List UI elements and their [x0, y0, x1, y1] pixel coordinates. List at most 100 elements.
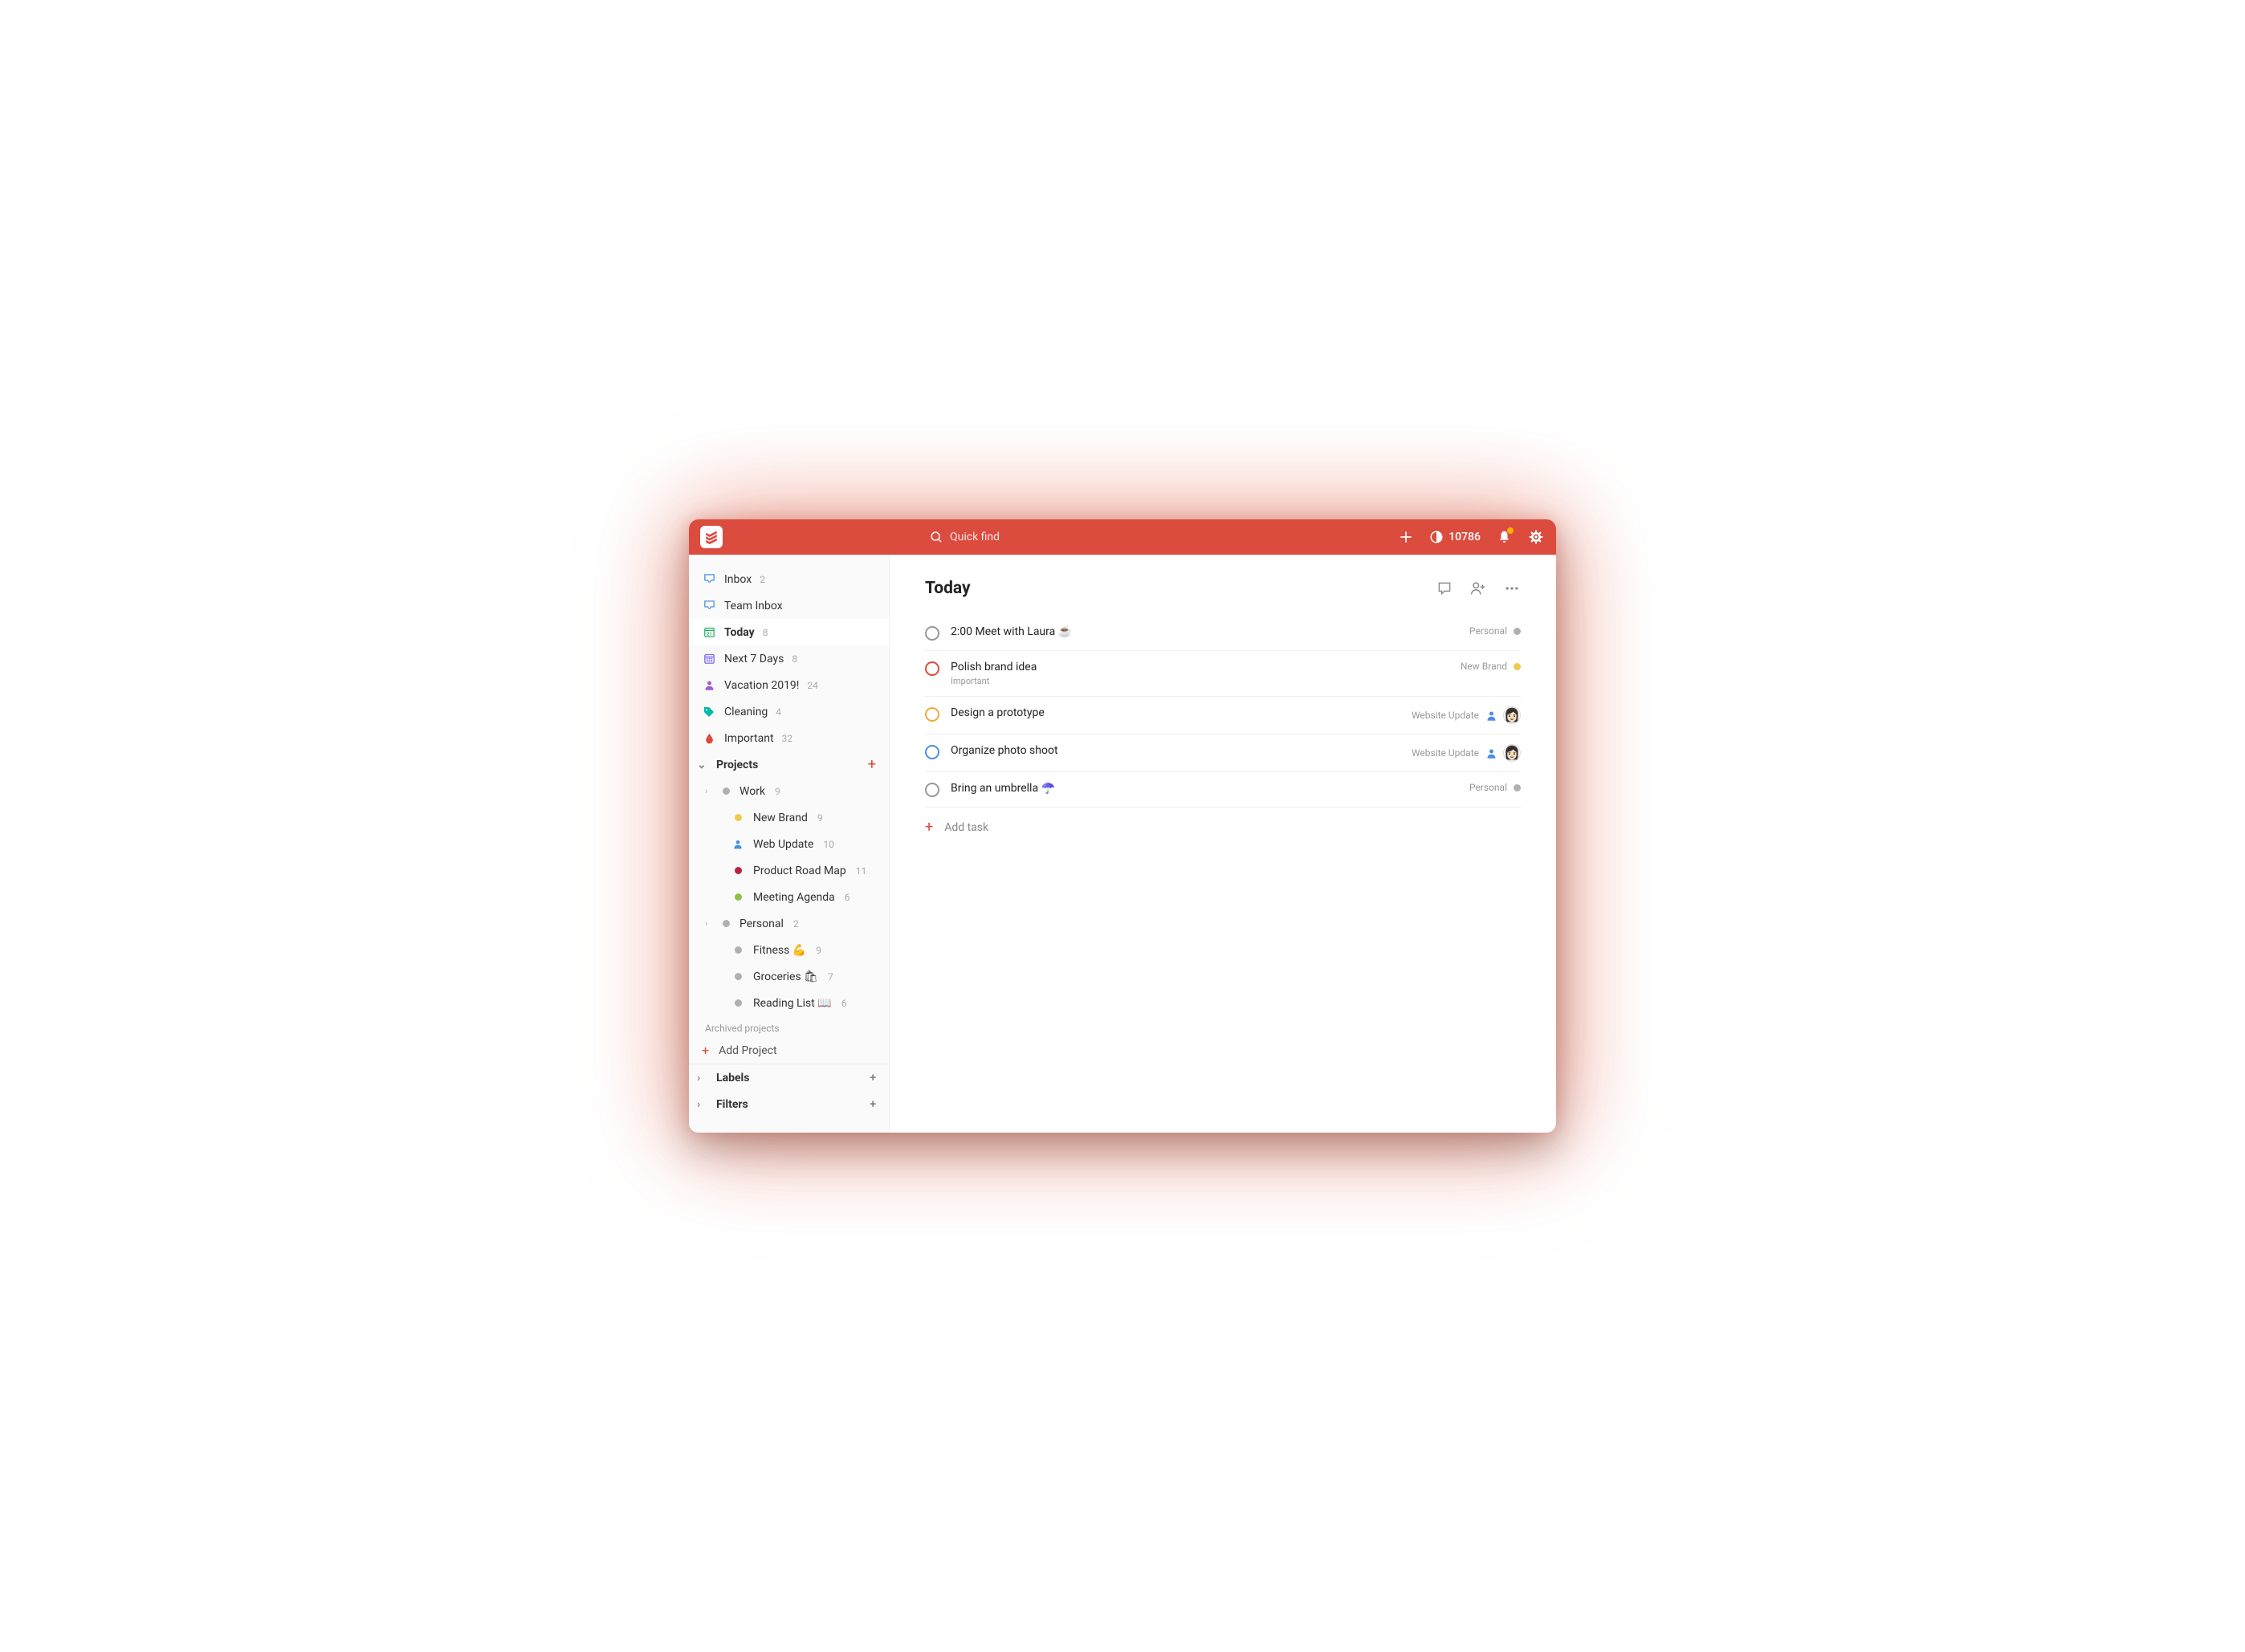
notifications-button[interactable] — [1495, 528, 1513, 546]
task-row[interactable]: Organize photo shootWebsite Update — [925, 734, 1521, 772]
sidebar-nav-inbox[interactable]: Inbox 2 — [689, 566, 889, 592]
project-new-brand[interactable]: New Brand 9 — [689, 804, 889, 831]
comments-button[interactable] — [1436, 580, 1453, 597]
project-count: 6 — [845, 892, 850, 903]
chevron-down-icon: ⌄ — [697, 759, 708, 771]
share-button[interactable] — [1469, 580, 1487, 597]
sidebar-nav-today[interactable]: 21Today 8 — [689, 619, 889, 645]
task-title: Bring an umbrella ☂️ — [951, 782, 1458, 795]
task-meta: Website Update — [1412, 706, 1521, 724]
nav-count: 8 — [763, 627, 768, 638]
task-row[interactable]: Polish brand idea Important New Brand — [925, 651, 1521, 697]
nav-label: Inbox — [724, 573, 752, 586]
task-subtitle: Important — [951, 676, 1449, 686]
task-checkbox[interactable] — [925, 707, 939, 722]
more-horizontal-icon — [1504, 580, 1520, 596]
project-color-dot — [732, 893, 744, 901]
project-work[interactable]: › Work 9 — [689, 778, 889, 804]
task-title: Design a prototype — [951, 706, 1400, 719]
project-color-dot — [732, 946, 744, 954]
task-checkbox[interactable] — [925, 745, 939, 759]
more-button[interactable] — [1503, 580, 1521, 597]
nav-count: 8 — [792, 653, 797, 665]
add-label-icon[interactable]: + — [870, 1072, 876, 1084]
task-checkbox[interactable] — [925, 783, 939, 797]
project-fitness-[interactable]: Fitness 💪 9 — [689, 937, 889, 963]
nav-label: Next 7 Days — [724, 653, 784, 665]
inbox-icon — [702, 599, 716, 613]
project-count: 9 — [816, 945, 821, 956]
person-icon — [1485, 747, 1497, 759]
plus-icon: + — [925, 819, 933, 836]
person-icon — [732, 838, 744, 850]
project-name: Meeting Agenda — [753, 891, 835, 904]
task-checkbox[interactable] — [925, 661, 939, 676]
project-count: 7 — [828, 971, 833, 983]
nav-label: Cleaning — [724, 706, 768, 718]
app-window: Quick find 10786 Inbox 2Team Inbox21Toda… — [689, 519, 1556, 1133]
archived-projects-link[interactable]: Archived projects — [689, 1016, 889, 1037]
task-row[interactable]: 2:00 Meet with Laura ☕️Personal — [925, 616, 1521, 651]
add-task-row[interactable]: + Add task — [925, 808, 1521, 847]
sidebar: Inbox 2Team Inbox21Today 8Next 7 Days 8V… — [689, 555, 890, 1133]
task-row[interactable]: Design a prototype Website Update — [925, 697, 1521, 734]
comment-icon — [1436, 580, 1453, 596]
task-checkbox[interactable] — [925, 626, 939, 641]
search-icon — [930, 531, 943, 544]
project-count: 2 — [793, 918, 799, 930]
karma-value: 10786 — [1448, 531, 1481, 543]
chevron-right-icon: › — [697, 1098, 708, 1111]
svg-text:21: 21 — [707, 632, 712, 637]
nav-label: Vacation 2019! — [724, 679, 799, 692]
calendar-week-icon — [702, 652, 716, 666]
add-task-global-button[interactable] — [1397, 528, 1415, 546]
task-title: Polish brand idea — [951, 661, 1449, 673]
task-row[interactable]: Bring an umbrella ☂️ Personal — [925, 772, 1521, 808]
add-filter-icon[interactable]: + — [870, 1098, 876, 1111]
task-project: Personal — [1469, 625, 1507, 637]
sidebar-nav-cleaning[interactable]: Cleaning 4 — [689, 698, 889, 725]
project-count: 9 — [817, 812, 823, 824]
project-product-road-map[interactable]: Product Road Map 11 — [689, 857, 889, 884]
labels-section-header[interactable]: › Labels + — [689, 1064, 889, 1091]
project-count: 11 — [856, 865, 867, 877]
karma-counter[interactable]: 10786 — [1429, 530, 1481, 544]
project-groceries-[interactable]: Groceries 🛍 7 — [689, 963, 889, 990]
project-color-dot — [723, 787, 730, 795]
nav-count: 4 — [776, 706, 781, 718]
topbar: Quick find 10786 — [689, 519, 1556, 555]
settings-button[interactable] — [1527, 528, 1545, 546]
project-meeting-agenda[interactable]: Meeting Agenda 6 — [689, 884, 889, 910]
app-logo[interactable] — [700, 526, 723, 548]
sidebar-nav-team-inbox[interactable]: Team Inbox — [689, 592, 889, 619]
inbox-icon — [702, 572, 716, 587]
sidebar-nav-important[interactable]: Important 32 — [689, 725, 889, 751]
project-name: Work — [740, 785, 765, 798]
project-reading-list-[interactable]: Reading List 📖 6 — [689, 990, 889, 1016]
add-project-row[interactable]: + Add Project — [689, 1037, 889, 1064]
project-color-dot — [1514, 628, 1521, 635]
task-project: Website Update — [1412, 710, 1479, 721]
task-meta: Personal — [1469, 782, 1521, 793]
project-name: New Brand — [753, 812, 808, 824]
project-color-dot — [735, 814, 742, 821]
project-personal[interactable]: ›Personal 2 — [689, 910, 889, 937]
task-meta: New Brand — [1461, 661, 1521, 672]
nav-label: Important — [724, 732, 774, 745]
project-color-dot — [732, 999, 744, 1007]
projects-section-header[interactable]: ⌄ Projects + — [689, 751, 889, 778]
project-name: Groceries 🛍 — [753, 970, 818, 983]
search-bar[interactable]: Quick find — [930, 531, 1000, 544]
chevron-right-icon: › — [705, 786, 713, 796]
task-project: Personal — [1469, 782, 1507, 793]
sidebar-nav-vacation-2019-[interactable]: Vacation 2019! 24 — [689, 672, 889, 698]
chevron-right-icon: › — [697, 1072, 708, 1084]
project-count: 9 — [775, 786, 780, 797]
filters-section-header[interactable]: › Filters + — [689, 1091, 889, 1117]
drop-icon — [702, 731, 716, 746]
sidebar-nav-next-7-days[interactable]: Next 7 Days 8 — [689, 645, 889, 672]
project-color-dot — [735, 893, 742, 901]
add-project-icon[interactable]: + — [868, 756, 876, 773]
add-project-label: Add Project — [719, 1044, 777, 1057]
project-web-update[interactable]: Web Update 10 — [689, 831, 889, 857]
